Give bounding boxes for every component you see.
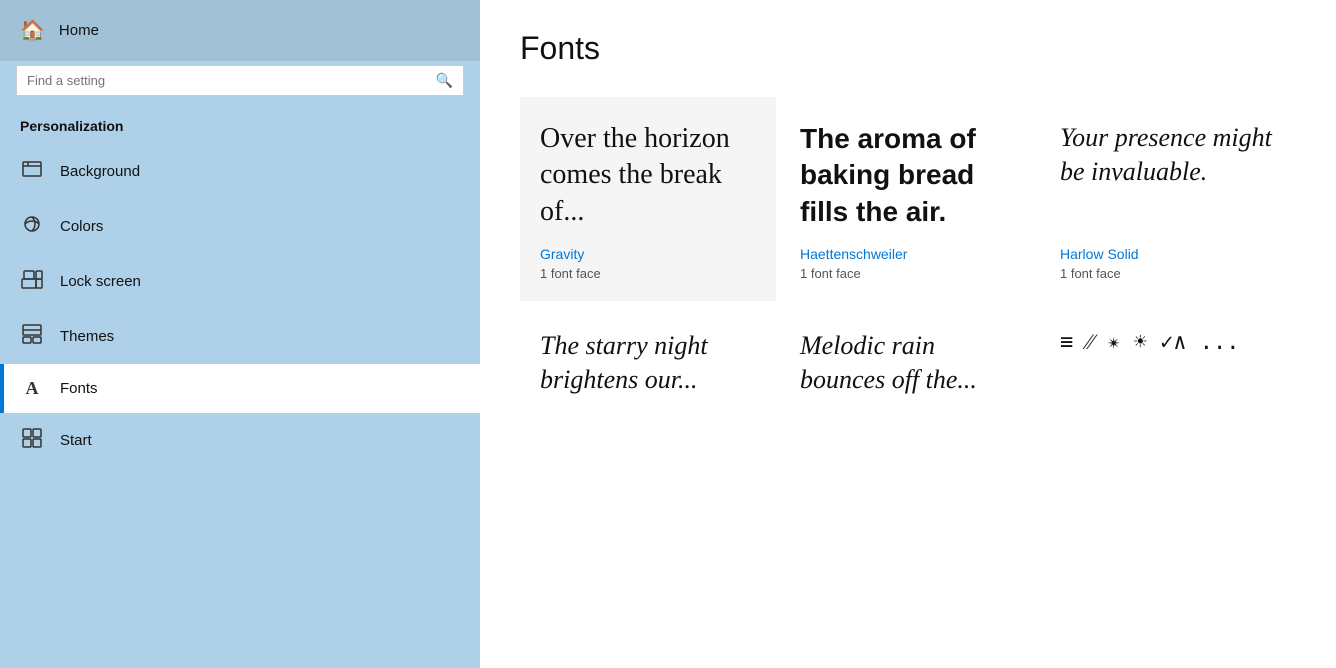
sidebar-item-fonts[interactable]: A Fonts	[0, 364, 480, 413]
font-preview-gravity: Over the horizon comes the break of...	[540, 121, 756, 230]
colors-icon	[20, 213, 44, 240]
font-name-harlow: Harlow Solid	[1060, 246, 1276, 262]
sidebar-item-lock-screen-label: Lock screen	[60, 273, 141, 290]
font-preview-symbols: ≡ ⁄⁄ ✴ ☀ ✓∧ ...	[1060, 329, 1276, 465]
sidebar-item-lock-screen[interactable]: Lock screen	[0, 254, 480, 309]
font-info-melodic	[800, 481, 1016, 485]
font-preview-text-symbols: ≡ ⁄⁄ ✴ ☀ ✓∧ ...	[1060, 329, 1240, 358]
font-info-harlow: Harlow Solid 1 font face	[1060, 246, 1276, 281]
font-card-symbols[interactable]: ≡ ⁄⁄ ✴ ☀ ✓∧ ...	[1040, 305, 1296, 505]
font-faces-haettenschweiler: 1 font face	[800, 266, 1016, 281]
sidebar-item-colors[interactable]: Colors	[0, 199, 480, 254]
page-title: Fonts	[520, 30, 1296, 67]
font-info-haettenschweiler: Haettenschweiler 1 font face	[800, 246, 1016, 281]
font-preview-text-starry: The starry night brightens our...	[540, 329, 756, 397]
font-name-haettenschweiler: Haettenschweiler	[800, 246, 1016, 262]
sidebar-item-colors-label: Colors	[60, 218, 103, 235]
search-box: 🔍	[16, 65, 464, 96]
lock-screen-icon	[20, 268, 44, 295]
search-input[interactable]	[27, 73, 436, 88]
sidebar-home-button[interactable]: 🏠 Home	[0, 0, 480, 61]
font-faces-harlow: 1 font face	[1060, 266, 1276, 281]
sidebar-item-themes-label: Themes	[60, 328, 114, 345]
font-faces-gravity: 1 font face	[540, 266, 756, 281]
font-info-starry	[540, 481, 756, 485]
font-name-gravity: Gravity	[540, 246, 756, 262]
sidebar-item-background[interactable]: Background	[0, 144, 480, 199]
search-icon[interactable]: 🔍	[436, 72, 453, 89]
home-label: Home	[59, 22, 99, 39]
font-card-harlow-solid[interactable]: Your presence might be invaluable. Harlo…	[1040, 97, 1296, 301]
font-preview-haettenschweiler: The aroma of baking bread fills the air.	[800, 121, 1016, 230]
fonts-icon: A	[20, 378, 44, 399]
sidebar-item-background-label: Background	[60, 163, 140, 180]
font-preview-text-gravity: Over the horizon comes the break of...	[540, 121, 756, 230]
font-card-starry[interactable]: The starry night brightens our...	[520, 305, 776, 505]
background-icon	[20, 158, 44, 185]
section-title: Personalization	[0, 112, 480, 144]
font-info-symbols	[1060, 481, 1276, 485]
start-icon	[20, 427, 44, 454]
sidebar: 🏠 Home 🔍 Personalization Background Colo…	[0, 0, 480, 668]
sidebar-item-fonts-label: Fonts	[60, 380, 98, 397]
font-preview-starry: The starry night brightens our...	[540, 329, 756, 465]
sidebar-item-start[interactable]: Start	[0, 413, 480, 468]
font-card-melodic[interactable]: Melodic rain bounces off the...	[780, 305, 1036, 505]
font-card-haettenschweiler[interactable]: The aroma of baking bread fills the air.…	[780, 97, 1036, 301]
font-card-gravity[interactable]: Over the horizon comes the break of... G…	[520, 97, 776, 301]
sidebar-item-themes[interactable]: Themes	[0, 309, 480, 364]
font-preview-harlow: Your presence might be invaluable.	[1060, 121, 1276, 230]
font-preview-text-harlow: Your presence might be invaluable.	[1060, 121, 1276, 189]
home-icon: 🏠	[20, 18, 45, 43]
font-preview-melodic: Melodic rain bounces off the...	[800, 329, 1016, 465]
themes-icon	[20, 323, 44, 350]
font-preview-text-haettenschweiler: The aroma of baking bread fills the air.	[800, 121, 1016, 230]
main-content: Fonts Over the horizon comes the break o…	[480, 0, 1336, 668]
fonts-grid: Over the horizon comes the break of... G…	[520, 97, 1296, 505]
sidebar-item-start-label: Start	[60, 432, 92, 449]
font-preview-text-melodic: Melodic rain bounces off the...	[800, 329, 1016, 397]
font-info-gravity: Gravity 1 font face	[540, 246, 756, 281]
